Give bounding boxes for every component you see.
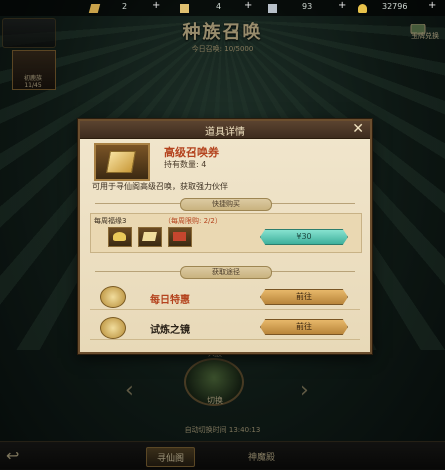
ticket-icon [88,3,101,13]
resource-bar: 2 + 4 + 93 + 32796 + [0,0,445,16]
close-icon[interactable]: ✕ [352,121,364,138]
daily-deal-icon [100,286,126,308]
summon-ticket-icon [94,143,150,181]
add-card-button[interactable]: + [244,0,252,11]
go-button[interactable]: 前往 [260,319,348,335]
resource-gold [358,2,367,14]
resource-scroll [268,2,277,14]
gold-ingot-icon [358,3,367,13]
resource-scroll-value: 93 [302,2,313,11]
source-heading: 获取途径 [180,266,272,279]
add-scroll-button[interactable]: + [338,0,346,11]
route-name: 试炼之镜 [150,325,190,336]
summon-ticket-icon [138,227,162,247]
resource-card [180,2,189,14]
buy-price-button[interactable]: ¥30 [260,229,348,245]
resource-ticket-value: 2 [122,2,128,11]
bundle-name: 每周福缘3 [94,217,127,225]
item-count: 持有数量: 4 [164,160,207,169]
add-gold-button[interactable]: + [428,0,436,11]
card-icon [180,3,189,13]
scroll-icon [268,3,277,13]
route-name: 每日特惠 [150,295,190,306]
bundle-limit: （每周限购: 2/2） [164,217,222,225]
dialog-header: 道具详情 ✕ [80,121,370,139]
resource-card-value: 4 [216,2,222,11]
gold-ingot-icon [108,227,132,247]
item-name: 高级召唤券 [164,146,219,159]
item-detail-dialog: 道具详情 ✕ 高级召唤券 持有数量: 4 可用于寻仙阁高级召唤，获取强力伙伴 快… [78,119,372,354]
dialog-title: 道具详情 [205,127,245,138]
resource-gold-value: 32796 [382,2,408,11]
quick-buy-heading: 快捷购买 [180,198,272,211]
trial-mirror-icon [100,317,126,339]
resource-ticket [88,2,101,14]
treasure-chest-icon [168,227,192,247]
item-description: 可用于寻仙阁高级召唤，获取强力伙伴 [92,182,228,191]
add-ticket-button[interactable]: + [152,0,160,11]
go-button[interactable]: 前往 [260,289,348,305]
